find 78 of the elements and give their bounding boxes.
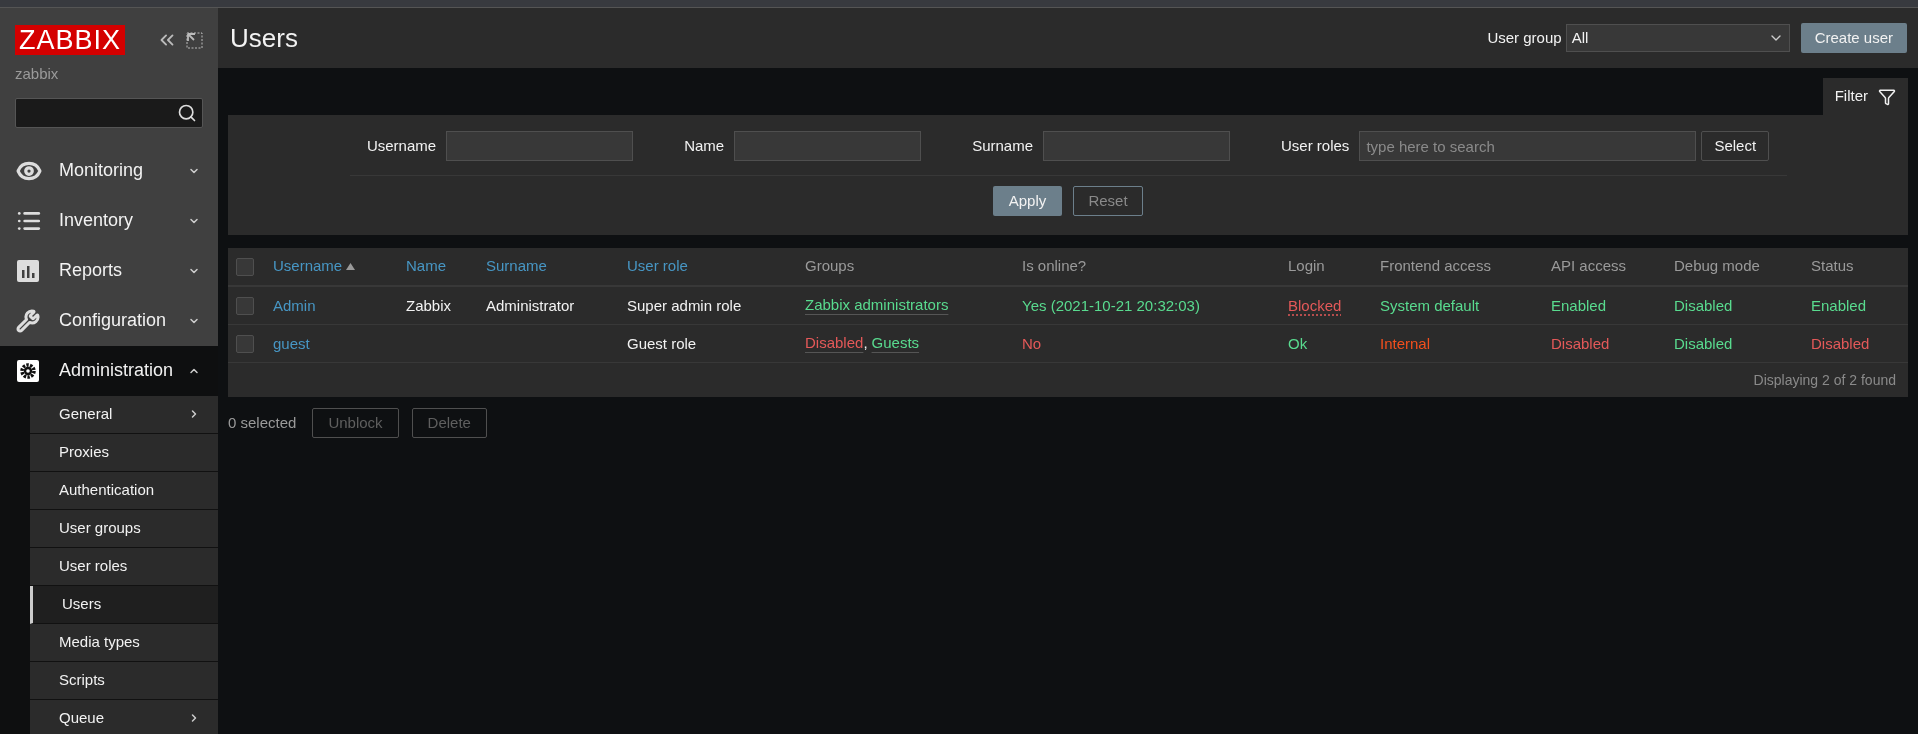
- column-header: Frontend access: [1380, 256, 1492, 277]
- submenu-item[interactable]: User roles: [30, 547, 218, 586]
- sort-up-icon: [346, 263, 356, 270]
- field-label: User roles: [1281, 135, 1350, 156]
- page-title: Users: [230, 21, 299, 55]
- input-field[interactable]: type here to search: [1359, 131, 1697, 161]
- submenu-item[interactable]: Users: [30, 585, 218, 624]
- table-cell: Super admin role: [627, 296, 742, 314]
- column-header[interactable]: Username: [273, 255, 406, 278]
- field-label: Surname: [972, 135, 1033, 156]
- user-group-label: User group: [1487, 27, 1562, 48]
- column-header[interactable]: Name: [406, 255, 486, 278]
- group-link[interactable]: Disabled: [805, 332, 864, 355]
- column-header: Groups: [805, 256, 856, 277]
- username-link[interactable]: Admin: [273, 296, 316, 314]
- submenu-item[interactable]: Queue: [30, 699, 218, 734]
- submenu-item[interactable]: Scripts: [30, 661, 218, 700]
- column-header[interactable]: User role: [627, 255, 805, 278]
- table-cell: Disabled: [1674, 334, 1733, 352]
- field-label: Username: [366, 135, 437, 156]
- login-status-link[interactable]: Blocked: [1288, 296, 1342, 314]
- table-cell: System default: [1380, 296, 1480, 314]
- menu-item[interactable]: Reports: [0, 245, 218, 296]
- table-cell: Enabled: [1551, 296, 1607, 314]
- menu-item[interactable]: Administration: [0, 345, 218, 396]
- fullscreen-icon[interactable]: [186, 31, 203, 49]
- menu-item[interactable]: Inventory: [0, 195, 218, 246]
- column-header: Login: [1288, 256, 1326, 277]
- filter-icon: [1878, 87, 1896, 106]
- submenu-item[interactable]: General: [30, 395, 218, 434]
- table-summary: Displaying 2 of 2 found: [1753, 370, 1896, 390]
- search-field[interactable]: [15, 97, 203, 128]
- input-field[interactable]: [734, 131, 922, 161]
- group-link[interactable]: Zabbix administrators: [805, 294, 949, 317]
- table-cell: Internal: [1380, 334, 1431, 352]
- apply-button[interactable]: Apply: [993, 186, 1062, 216]
- selected-count: 0 selected: [228, 412, 297, 433]
- separator-text: ,: [863, 333, 868, 354]
- user-group-select[interactable]: All: [1565, 24, 1790, 52]
- table-cell: Yes (2021-10-21 20:32:03): [1022, 296, 1200, 314]
- table-cell: Enabled: [1811, 296, 1867, 314]
- input-field[interactable]: [446, 131, 634, 161]
- wrench-icon: [16, 308, 40, 333]
- table-cell: Disabled: [1674, 296, 1733, 314]
- field-label: Name: [684, 135, 725, 156]
- table-cell: Guest role: [627, 334, 697, 352]
- submenu-item[interactable]: Proxies: [30, 433, 218, 472]
- submenu-item[interactable]: User groups: [30, 509, 218, 548]
- bar-chart-icon: [16, 258, 40, 283]
- menu-item[interactable]: Configuration: [0, 295, 218, 346]
- column-header: API access: [1551, 256, 1628, 277]
- table-cell: No: [1022, 334, 1042, 352]
- table-cell: Disabled: [1811, 334, 1870, 352]
- server-name: zabbix: [14, 64, 60, 84]
- column-header: Is online?: [1022, 256, 1088, 277]
- create-user-button[interactable]: Create user: [1800, 23, 1907, 53]
- table-cell: Disabled: [1551, 334, 1610, 352]
- gear-icon: [16, 358, 40, 383]
- filter-tab[interactable]: Filter: [1822, 78, 1908, 115]
- menu-item[interactable]: Monitoring: [0, 145, 218, 196]
- checkbox[interactable]: [236, 257, 254, 276]
- reset-button[interactable]: Reset: [1073, 186, 1143, 216]
- logo[interactable]: ZABBIX: [15, 25, 126, 55]
- group-link[interactable]: Guests: [871, 332, 920, 355]
- column-header: Debug mode: [1674, 256, 1761, 277]
- submenu-item[interactable]: Media types: [30, 623, 218, 662]
- submenu-item[interactable]: Authentication: [30, 471, 218, 510]
- username-link[interactable]: guest: [273, 334, 310, 352]
- input-field[interactable]: [1043, 131, 1230, 161]
- table-cell: Ok: [1288, 334, 1308, 352]
- select-button[interactable]: Select: [1701, 131, 1770, 161]
- column-header: Status: [1811, 256, 1855, 277]
- column-header[interactable]: Surname: [486, 255, 627, 278]
- table-cell: Administrator: [486, 296, 575, 314]
- table-cell: Zabbix: [406, 296, 452, 314]
- checkbox[interactable]: [236, 296, 254, 315]
- checkbox[interactable]: [236, 334, 254, 353]
- search-icon: [177, 102, 197, 123]
